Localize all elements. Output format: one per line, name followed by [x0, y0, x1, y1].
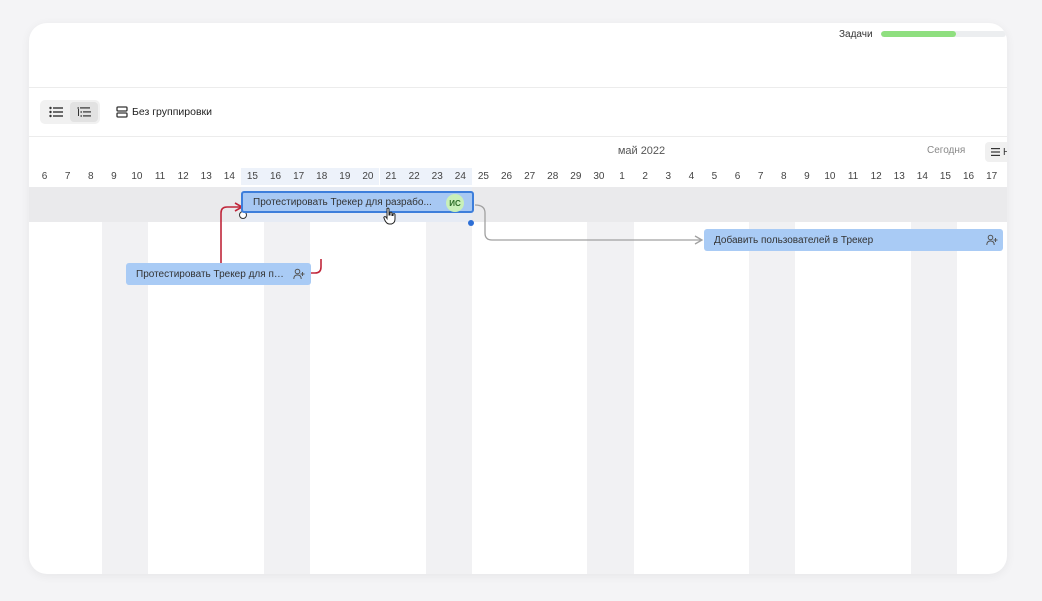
view-switcher [40, 100, 100, 124]
grouping-button[interactable]: Без группировки [116, 106, 212, 118]
weekend-column [264, 187, 311, 574]
day-label: 9 [111, 171, 117, 182]
day-label: 15 [939, 171, 951, 182]
task-title: Протестировать Трекер для разрабо... [253, 196, 432, 208]
add-user-icon[interactable] [293, 268, 305, 280]
tree-list-icon [77, 107, 91, 117]
day-label: 22 [402, 168, 426, 185]
day-label: 23 [425, 168, 449, 185]
tasks-progress-track [880, 31, 1006, 37]
day-label: 30 [593, 171, 605, 182]
day-label: 26 [500, 171, 513, 182]
stack-icon [116, 106, 128, 118]
header-divider [29, 87, 1007, 88]
assignee-avatar[interactable]: ИС [446, 194, 464, 212]
day-label: 7 [757, 171, 764, 182]
day-label: 28 [547, 171, 559, 182]
task-title: Добавить пользователей в Трекер [714, 234, 874, 246]
weekend-column [425, 187, 472, 574]
task-title: Протестировать Трекер для по... [136, 268, 286, 280]
today-button[interactable]: Сегодня [927, 145, 965, 156]
weekend-column [587, 187, 634, 574]
task-bar[interactable]: Добавить пользователей в Трекер [704, 229, 1003, 251]
add-user-icon[interactable] [986, 234, 998, 246]
day-label: 20 [356, 168, 380, 185]
list-icon [49, 106, 63, 118]
day-label: 3 [665, 171, 672, 182]
tasks-progress-label: Задачи [839, 28, 873, 40]
month-label: май 2022 [617, 145, 666, 157]
day-label: 1 [619, 171, 625, 182]
selected-row-highlight [29, 187, 1007, 222]
tasks-progress-fill [880, 31, 956, 37]
day-label: 10 [824, 171, 836, 182]
day-label: 11 [847, 171, 859, 182]
grouping-label: Без группировки [132, 106, 212, 118]
gantt-card: Задачи Без группировки май 2022 Сегодня … [29, 23, 1007, 574]
day-label: 29 [570, 171, 582, 182]
day-label: 17 [986, 171, 998, 182]
day-label: 19 [333, 168, 357, 185]
weekend-column [102, 187, 149, 574]
task-bar[interactable]: Протестировать Трекер для по... [126, 263, 311, 285]
day-label: 12 [870, 171, 882, 182]
day-label: 6 [734, 171, 741, 182]
day-label: 18 [310, 168, 334, 185]
day-label: 24 [448, 168, 472, 185]
day-label: 13 [893, 171, 905, 182]
day-label: 6 [41, 171, 48, 182]
days-header: 6 7 8 9 10 11 12 13 14 15 16 17 18 19 20 21 22 23 24 25 26 27… [29, 168, 1007, 185]
day-label: 8 [87, 171, 94, 182]
task-bar-selected[interactable]: Протестировать Трекер для разрабо... ИС [241, 191, 474, 213]
day-label: 17 [287, 168, 311, 185]
hand-cursor-icon [383, 207, 396, 225]
toolbar-divider [29, 136, 1007, 137]
day-label: 10 [131, 171, 143, 182]
day-label: 15 [240, 168, 264, 185]
menu-lines-icon [991, 148, 1000, 156]
day-label: 14 [916, 171, 928, 182]
view-list-button[interactable] [42, 102, 70, 122]
day-label: 16 [264, 168, 288, 185]
day-label: 25 [477, 171, 489, 182]
day-label: 12 [177, 171, 189, 182]
day-label: 13 [200, 171, 212, 182]
day-label: 27 [524, 171, 536, 182]
view-tree-button[interactable] [70, 102, 98, 122]
day-label: 9 [804, 171, 810, 182]
day-label: 4 [688, 171, 695, 182]
day-label: 11 [154, 171, 166, 182]
day-label: 2 [642, 171, 648, 182]
day-label: 5 [711, 171, 718, 182]
day-label: 7 [64, 171, 71, 182]
day-label: 21 [379, 168, 403, 185]
scale-menu-button[interactable]: Н [985, 142, 1007, 162]
day-label: 8 [780, 171, 787, 182]
day-label: 16 [962, 171, 975, 182]
tasks-progress: Задачи [839, 27, 1006, 41]
toolbar: Без группировки [40, 100, 212, 124]
day-label: 14 [223, 171, 235, 182]
